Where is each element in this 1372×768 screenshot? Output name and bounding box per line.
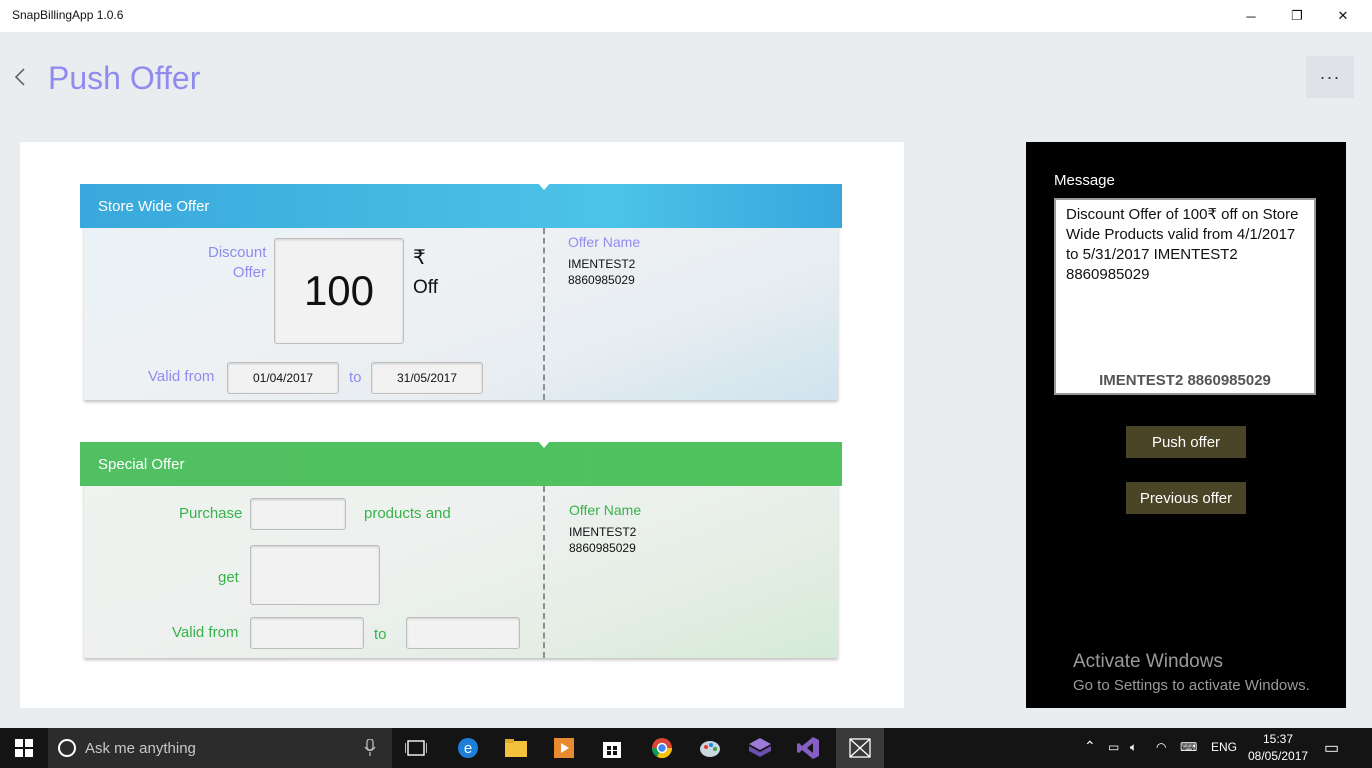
wifi-icon[interactable]: ◠	[1156, 740, 1166, 754]
special-offer-title: Special Offer	[98, 456, 185, 473]
start-button[interactable]	[0, 728, 48, 768]
to-label: to	[374, 626, 387, 643]
clock-time[interactable]: 15:37	[1263, 732, 1293, 746]
to-label: to	[349, 369, 362, 386]
ticket-divider	[543, 228, 545, 400]
ticket-divider	[543, 486, 545, 658]
push-offer-button[interactable]: Push offer	[1126, 426, 1246, 458]
edge-browser-icon[interactable]: e	[446, 728, 490, 768]
get-quantity-input[interactable]	[250, 545, 380, 605]
valid-from-date-input[interactable]	[250, 617, 364, 649]
valid-from-label: Valid from	[172, 624, 239, 641]
purchase-label: Purchase	[179, 505, 243, 522]
svg-text:e: e	[464, 740, 472, 757]
language-indicator[interactable]: ENG	[1211, 740, 1237, 754]
offers-panel: Store Wide Offer Discount Offer 100 ₹ Of…	[20, 142, 904, 708]
off-label: Off	[413, 277, 438, 298]
offer-name-label: Offer Name	[568, 234, 641, 250]
watermark-subtitle: Go to Settings to activate Windows.	[1073, 677, 1310, 694]
previous-offer-button[interactable]: Previous offer	[1126, 482, 1246, 514]
offer-name-line-2: 8860985029	[569, 541, 636, 555]
search-placeholder: Ask me anything	[85, 740, 196, 757]
discount-label: Discount	[208, 244, 267, 261]
ticket-header-band: Store Wide Offer	[80, 182, 842, 228]
ticket-notch	[537, 440, 551, 448]
file-explorer-icon[interactable]	[494, 728, 538, 768]
products-and-label: products and	[364, 505, 451, 522]
valid-from-label: Valid from	[148, 368, 215, 385]
message-text: Discount Offer of 100₹ off on Store Wide…	[1066, 206, 1299, 283]
page-title: Push Offer	[48, 60, 201, 96]
discount-value-input[interactable]: 100	[274, 238, 404, 344]
media-player-icon[interactable]	[542, 728, 586, 768]
get-label: get	[218, 569, 239, 586]
offer-name-label: Offer Name	[569, 502, 642, 518]
store-wide-offer-card: Store Wide Offer Discount Offer 100 ₹ Of…	[80, 182, 842, 402]
offer-label: Offer	[232, 264, 266, 281]
watermark-title: Activate Windows	[1073, 651, 1223, 672]
store-icon[interactable]	[590, 728, 634, 768]
visual-studio-icon[interactable]	[786, 728, 830, 768]
valid-from-date-input[interactable]: 01/04/2017	[227, 362, 339, 394]
app-title: SnapBillingApp 1.0.6	[12, 8, 124, 22]
visual-studio-installer-icon[interactable]	[738, 728, 782, 768]
activate-windows-watermark: Activate Windows Go to Settings to activ…	[1073, 651, 1310, 694]
battery-icon[interactable]: ▭	[1108, 740, 1119, 754]
title-bar: SnapBillingApp 1.0.6 ─ ❐ ✕	[0, 0, 1372, 32]
purchase-quantity-input[interactable]	[250, 498, 346, 530]
more-options-button[interactable]: ···	[1306, 56, 1354, 98]
offer-name-line-2: 8860985029	[568, 273, 635, 287]
valid-to-date-input[interactable]: 31/05/2017	[371, 362, 483, 394]
message-signature: IMENTEST2 8860985029	[1099, 372, 1271, 389]
chrome-icon[interactable]	[640, 728, 684, 768]
rupee-icon: ₹	[413, 247, 426, 269]
notifications-icon[interactable]: ▭	[1324, 738, 1339, 758]
task-view-icon[interactable]	[396, 728, 436, 768]
chevron-up-icon[interactable]: ⌃	[1084, 738, 1096, 755]
ticket-header-band: Special Offer	[80, 440, 842, 486]
special-offer-card: Special Offer Purchase products and get …	[80, 440, 842, 660]
store-offer-title: Store Wide Offer	[98, 198, 210, 215]
offer-name-line-1: IMENTEST2	[568, 257, 636, 271]
taskbar: Ask me anything e ⌃ ▭ 🔈︎ ◠ ⌨︎ ENG 15:37	[0, 728, 1372, 768]
message-label: Message	[1054, 172, 1115, 189]
microphone-icon[interactable]	[364, 739, 376, 757]
back-arrow-icon[interactable]	[10, 66, 30, 88]
keyboard-icon[interactable]: ⌨︎	[1180, 740, 1197, 754]
ticket-notch	[537, 182, 551, 190]
page-header: Push Offer ···	[0, 32, 1372, 122]
message-sidebar: Message Discount Offer of 100₹ off on St…	[1026, 142, 1346, 708]
clock-date[interactable]: 08/05/2017	[1248, 749, 1308, 763]
cortana-icon	[58, 739, 76, 757]
taskbar-search-box[interactable]: Ask me anything	[48, 728, 392, 768]
offer-name-line-1: IMENTEST2	[569, 525, 637, 539]
close-button[interactable]: ✕	[1320, 0, 1366, 32]
valid-to-date-input[interactable]	[406, 617, 520, 649]
restore-button[interactable]: ❐	[1274, 0, 1320, 32]
paint-icon[interactable]	[688, 728, 732, 768]
message-textarea[interactable]: Discount Offer of 100₹ off on Store Wide…	[1054, 198, 1316, 395]
minimize-button[interactable]: ─	[1228, 0, 1274, 32]
windows-logo-icon	[15, 739, 33, 757]
snapbilling-app-icon[interactable]	[836, 728, 884, 768]
volume-icon[interactable]: 🔈︎	[1130, 740, 1137, 755]
